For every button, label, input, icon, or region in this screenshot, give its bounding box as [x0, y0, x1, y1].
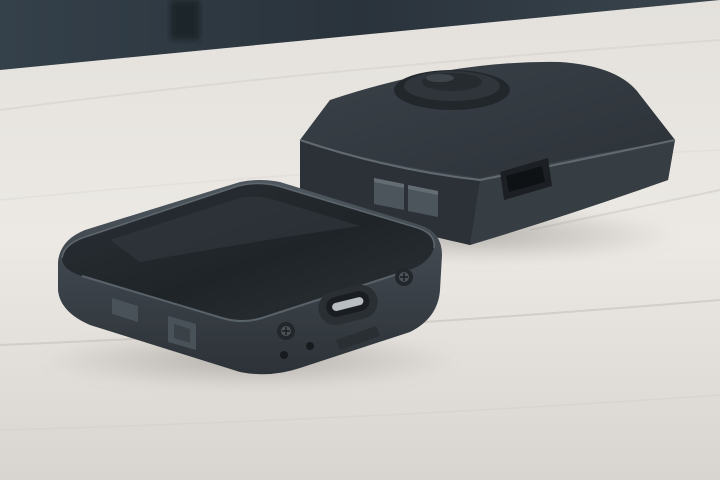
screw-icon: [277, 322, 295, 340]
photo-scene: [0, 0, 720, 480]
screw-icon: [395, 268, 413, 286]
quarter-turn-mount-icon: [394, 70, 510, 110]
